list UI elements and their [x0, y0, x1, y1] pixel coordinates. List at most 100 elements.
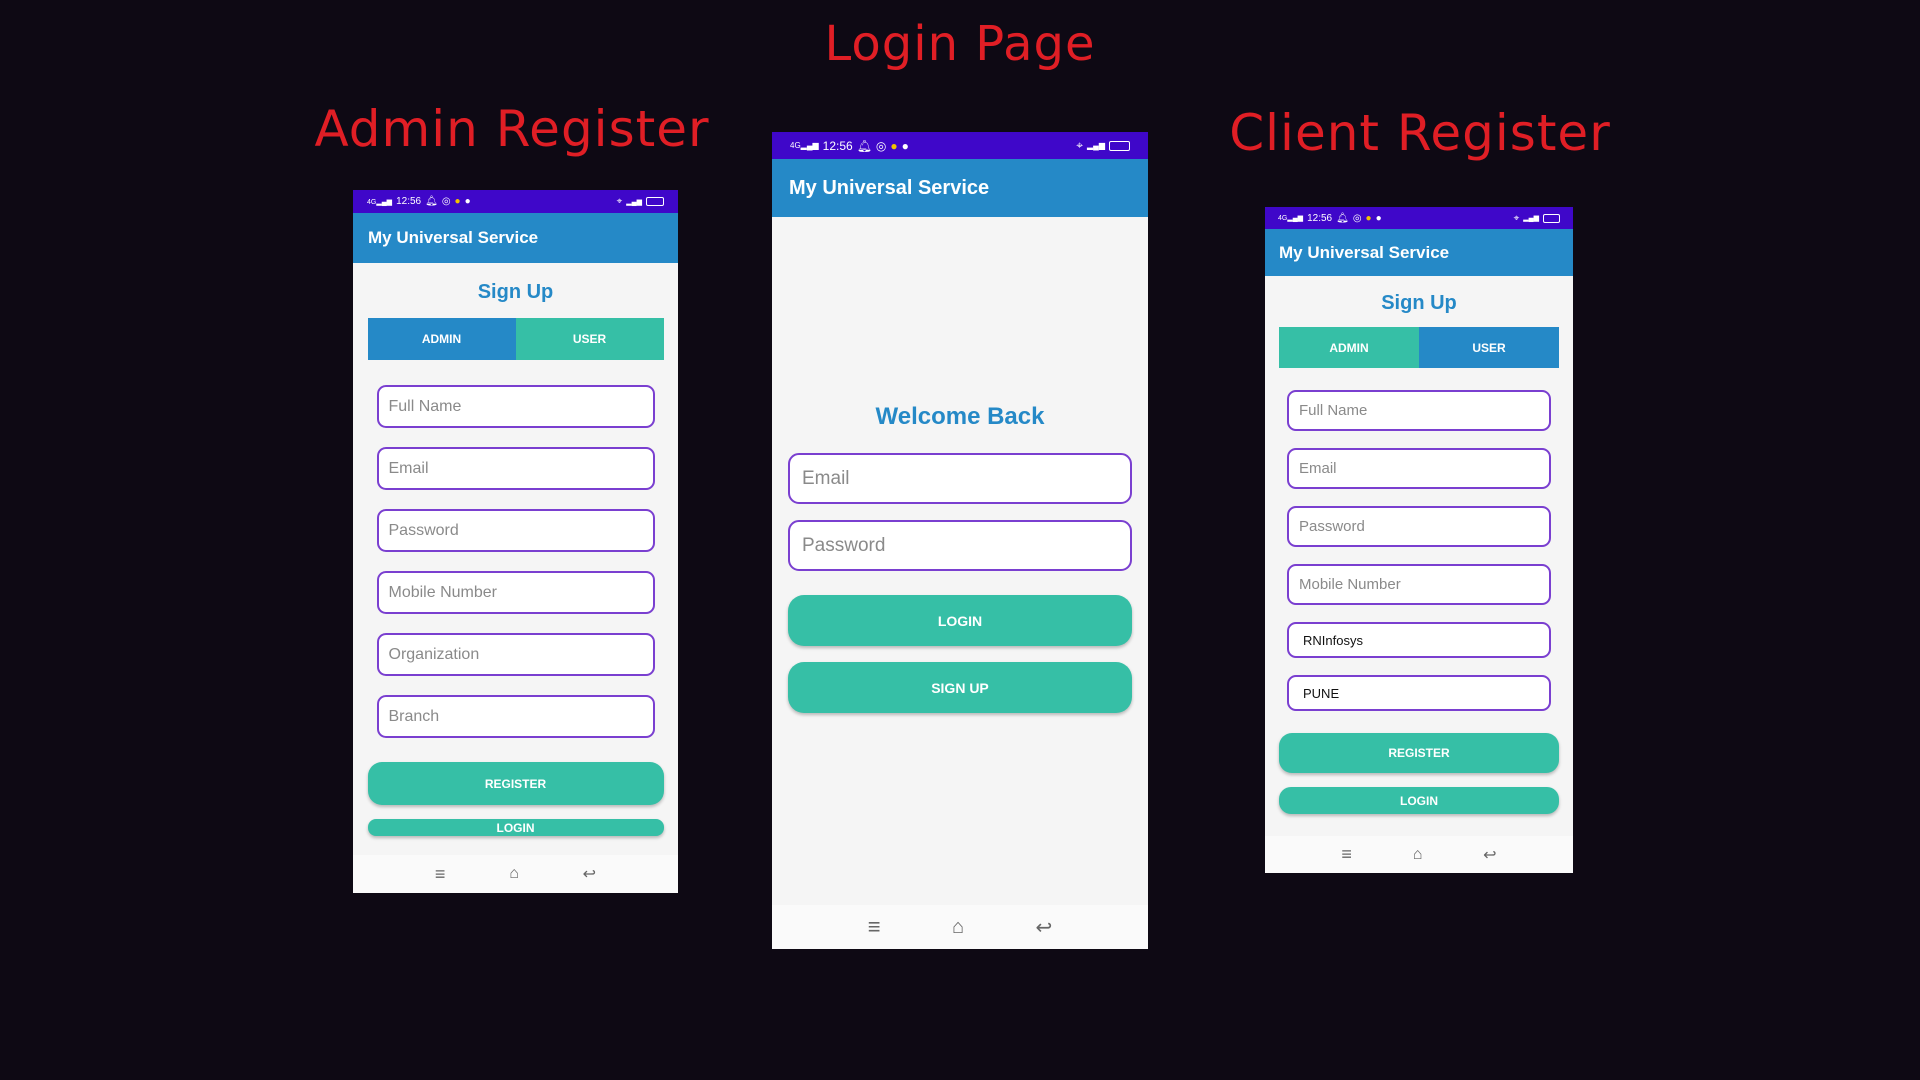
status-bar: 4G▂▄▆ 12:56 🔔︎ ◎ ● ● ⌖ ▂▄▆: [353, 190, 678, 213]
password-field[interactable]: Password: [1287, 506, 1551, 547]
password-placeholder: Password: [802, 534, 886, 556]
location-icon: ●: [901, 138, 909, 153]
organization-field[interactable]: Organization: [376, 633, 655, 676]
battery-icon: [1109, 140, 1130, 151]
location-icon: ●: [1375, 212, 1382, 224]
tab-admin-label: ADMIN: [421, 332, 462, 346]
welcome-title: Welcome Back: [875, 403, 1045, 430]
heading-admin-register: Admin Register: [314, 100, 710, 158]
tab-admin[interactable]: ADMIN: [1279, 327, 1419, 368]
menu-icon[interactable]: ≡: [1341, 844, 1352, 865]
email-field[interactable]: Email: [1287, 448, 1551, 489]
signup-form: Sign Up ADMIN USER Full Name Email Passw…: [1265, 276, 1573, 836]
mobile-number-placeholder: Mobile Number: [1299, 576, 1401, 593]
login-button[interactable]: LOGIN: [1279, 787, 1559, 814]
instagram-icon: ◎: [875, 138, 887, 153]
signup-title: Sign Up: [1381, 292, 1457, 314]
tab-user-label: USER: [572, 332, 607, 346]
nav-bar: ≡ ⌂ ↩: [1265, 836, 1573, 873]
email-field[interactable]: Email: [376, 447, 655, 490]
app-bar: My Universal Service: [1265, 229, 1573, 276]
menu-icon[interactable]: ≡: [435, 864, 446, 885]
login-form: Welcome Back Email Password LOGIN SIGN U…: [772, 217, 1148, 905]
status-time: 12:56: [822, 138, 853, 153]
status-bar: 4G▂▄▆ 12:56 🔔︎ ◎ ● ● ⌖ ▂▄▆: [772, 132, 1148, 159]
instagram-icon: ◎: [1352, 212, 1362, 224]
app-bar: My Universal Service: [772, 159, 1148, 217]
wifi-icon: ▂▄▆: [626, 198, 642, 206]
role-tabs: ADMIN USER: [1279, 327, 1559, 368]
heading-login-page: Login Page: [824, 16, 1096, 72]
login-screen: 4G▂▄▆ 12:56 🔔︎ ◎ ● ● ⌖ ▂▄▆ My Universal …: [772, 132, 1148, 949]
home-icon[interactable]: ⌂: [952, 916, 964, 939]
signal-icon: 4G▂▄▆: [367, 198, 393, 206]
location-icon: ⌖: [1513, 212, 1520, 224]
wifi-icon: ▂▄▆: [1523, 215, 1539, 222]
battery-icon: [646, 197, 664, 206]
mobile-number-field[interactable]: Mobile Number: [376, 571, 655, 614]
notification-icon: ●: [454, 196, 461, 207]
tab-user-label: USER: [1472, 340, 1506, 355]
email-field[interactable]: Email: [788, 453, 1132, 504]
tab-user[interactable]: USER: [515, 318, 664, 360]
email-placeholder: Email: [802, 467, 850, 489]
login-label: LOGIN: [1400, 793, 1438, 808]
back-icon[interactable]: ↩: [1483, 845, 1496, 865]
login-label: LOGIN: [496, 820, 535, 835]
bell-icon: 🔔︎: [425, 196, 438, 207]
signal-icon: 4G▂▄▆: [1278, 215, 1304, 222]
tab-user[interactable]: USER: [1419, 327, 1559, 368]
menu-icon[interactable]: ≡: [868, 914, 881, 940]
register-button[interactable]: REGISTER: [1279, 733, 1559, 773]
branch-value: PUNE: [1303, 685, 1340, 701]
battery-icon: [1543, 213, 1560, 223]
signal-icon: 4G▂▄▆: [790, 141, 819, 150]
password-field[interactable]: Password: [376, 509, 655, 552]
full-name-placeholder: Full Name: [1299, 402, 1368, 419]
back-icon[interactable]: ↩: [583, 864, 596, 884]
app-title: My Universal Service: [1279, 242, 1450, 262]
back-icon[interactable]: ↩: [1035, 915, 1052, 940]
branch-field[interactable]: Branch: [376, 695, 655, 738]
tab-admin-label: ADMIN: [1329, 340, 1369, 355]
home-icon[interactable]: ⌂: [509, 865, 519, 883]
tab-admin[interactable]: ADMIN: [367, 318, 516, 360]
nav-bar: ≡ ⌂ ↩: [353, 855, 678, 893]
password-placeholder: Password: [1299, 518, 1365, 535]
login-button[interactable]: LOGIN: [367, 819, 664, 836]
mobile-number-placeholder: Mobile Number: [388, 583, 497, 601]
nav-bar: ≡ ⌂ ↩: [772, 905, 1148, 949]
full-name-placeholder: Full Name: [388, 397, 462, 415]
email-placeholder: Email: [388, 459, 429, 477]
branch-field[interactable]: PUNE: [1287, 675, 1551, 711]
organization-placeholder: Organization: [388, 645, 480, 663]
admin-register-screen: 4G▂▄▆ 12:56 🔔︎ ◎ ● ● ⌖ ▂▄▆ My Universal …: [353, 190, 678, 893]
login-button[interactable]: LOGIN: [788, 595, 1132, 646]
register-label: REGISTER: [1388, 746, 1450, 760]
location-icon: ⌖: [1076, 138, 1084, 152]
register-button[interactable]: REGISTER: [367, 762, 664, 805]
status-bar: 4G▂▄▆ 12:56 🔔︎ ◎ ● ● ⌖ ▂▄▆: [1265, 207, 1573, 229]
password-placeholder: Password: [388, 521, 459, 539]
organization-field[interactable]: RNInfosys: [1287, 622, 1551, 658]
status-time: 12:56: [1307, 212, 1333, 224]
organization-value: RNInfosys: [1303, 632, 1363, 648]
email-placeholder: Email: [1299, 460, 1337, 477]
role-tabs: ADMIN USER: [367, 318, 664, 360]
app-title: My Universal Service: [789, 176, 990, 199]
app-title: My Universal Service: [368, 228, 539, 247]
signup-title: Sign Up: [477, 281, 554, 303]
client-register-screen: 4G▂▄▆ 12:56 🔔︎ ◎ ● ● ⌖ ▂▄▆ My Universal …: [1265, 207, 1573, 873]
mobile-number-field[interactable]: Mobile Number: [1287, 564, 1551, 605]
branch-placeholder: Branch: [388, 707, 440, 725]
full-name-field[interactable]: Full Name: [376, 385, 655, 428]
bell-icon: 🔔︎: [1336, 212, 1349, 224]
home-icon[interactable]: ⌂: [1413, 846, 1423, 864]
instagram-icon: ◎: [441, 196, 451, 207]
app-bar: My Universal Service: [353, 213, 678, 263]
password-field[interactable]: Password: [788, 520, 1132, 571]
signup-button[interactable]: SIGN UP: [788, 662, 1132, 713]
full-name-field[interactable]: Full Name: [1287, 390, 1551, 431]
wifi-icon: ▂▄▆: [1087, 141, 1105, 150]
notification-icon: ●: [890, 138, 898, 153]
